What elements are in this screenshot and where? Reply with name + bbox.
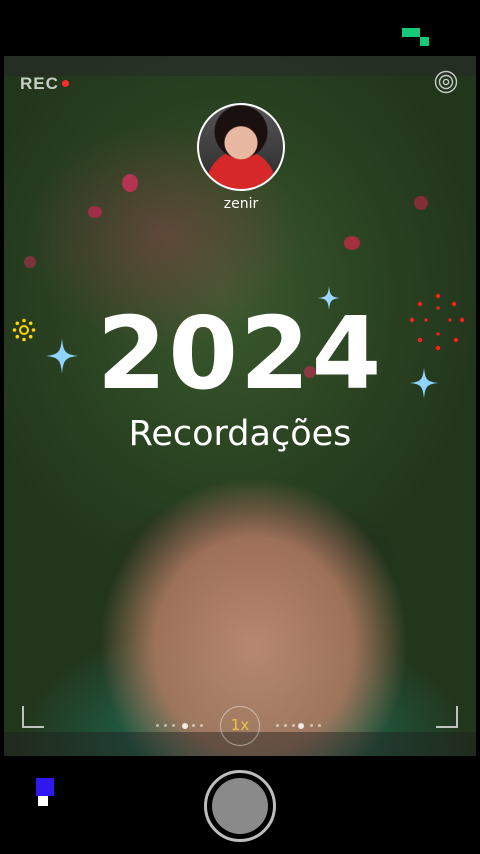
status-pixel-icon bbox=[36, 778, 56, 808]
shutter-button[interactable] bbox=[204, 770, 276, 842]
memories-subtitle: Recordações bbox=[128, 414, 352, 454]
shutter-inner bbox=[212, 778, 268, 834]
profile-name: zenir bbox=[223, 196, 259, 212]
focus-corner-bottom-right bbox=[436, 706, 458, 728]
zoom-slider[interactable]: 1x bbox=[152, 706, 328, 746]
rec-indicator-dot bbox=[62, 80, 69, 87]
rec-label: REC bbox=[20, 74, 59, 93]
status-pixel-icon bbox=[402, 28, 432, 48]
zoom-track-right bbox=[272, 722, 328, 729]
year-title: 2024 bbox=[96, 295, 384, 412]
viewfinder-top-band bbox=[4, 56, 476, 76]
camera-viewfinder[interactable]: REC zenir 2024 Recordações 1x bbox=[4, 56, 476, 756]
focus-corner-bottom-left bbox=[22, 706, 44, 728]
zoom-track-left bbox=[152, 722, 208, 729]
target-icon[interactable] bbox=[434, 70, 458, 94]
zoom-level-button[interactable]: 1x bbox=[220, 706, 260, 746]
avatar[interactable] bbox=[197, 103, 285, 191]
